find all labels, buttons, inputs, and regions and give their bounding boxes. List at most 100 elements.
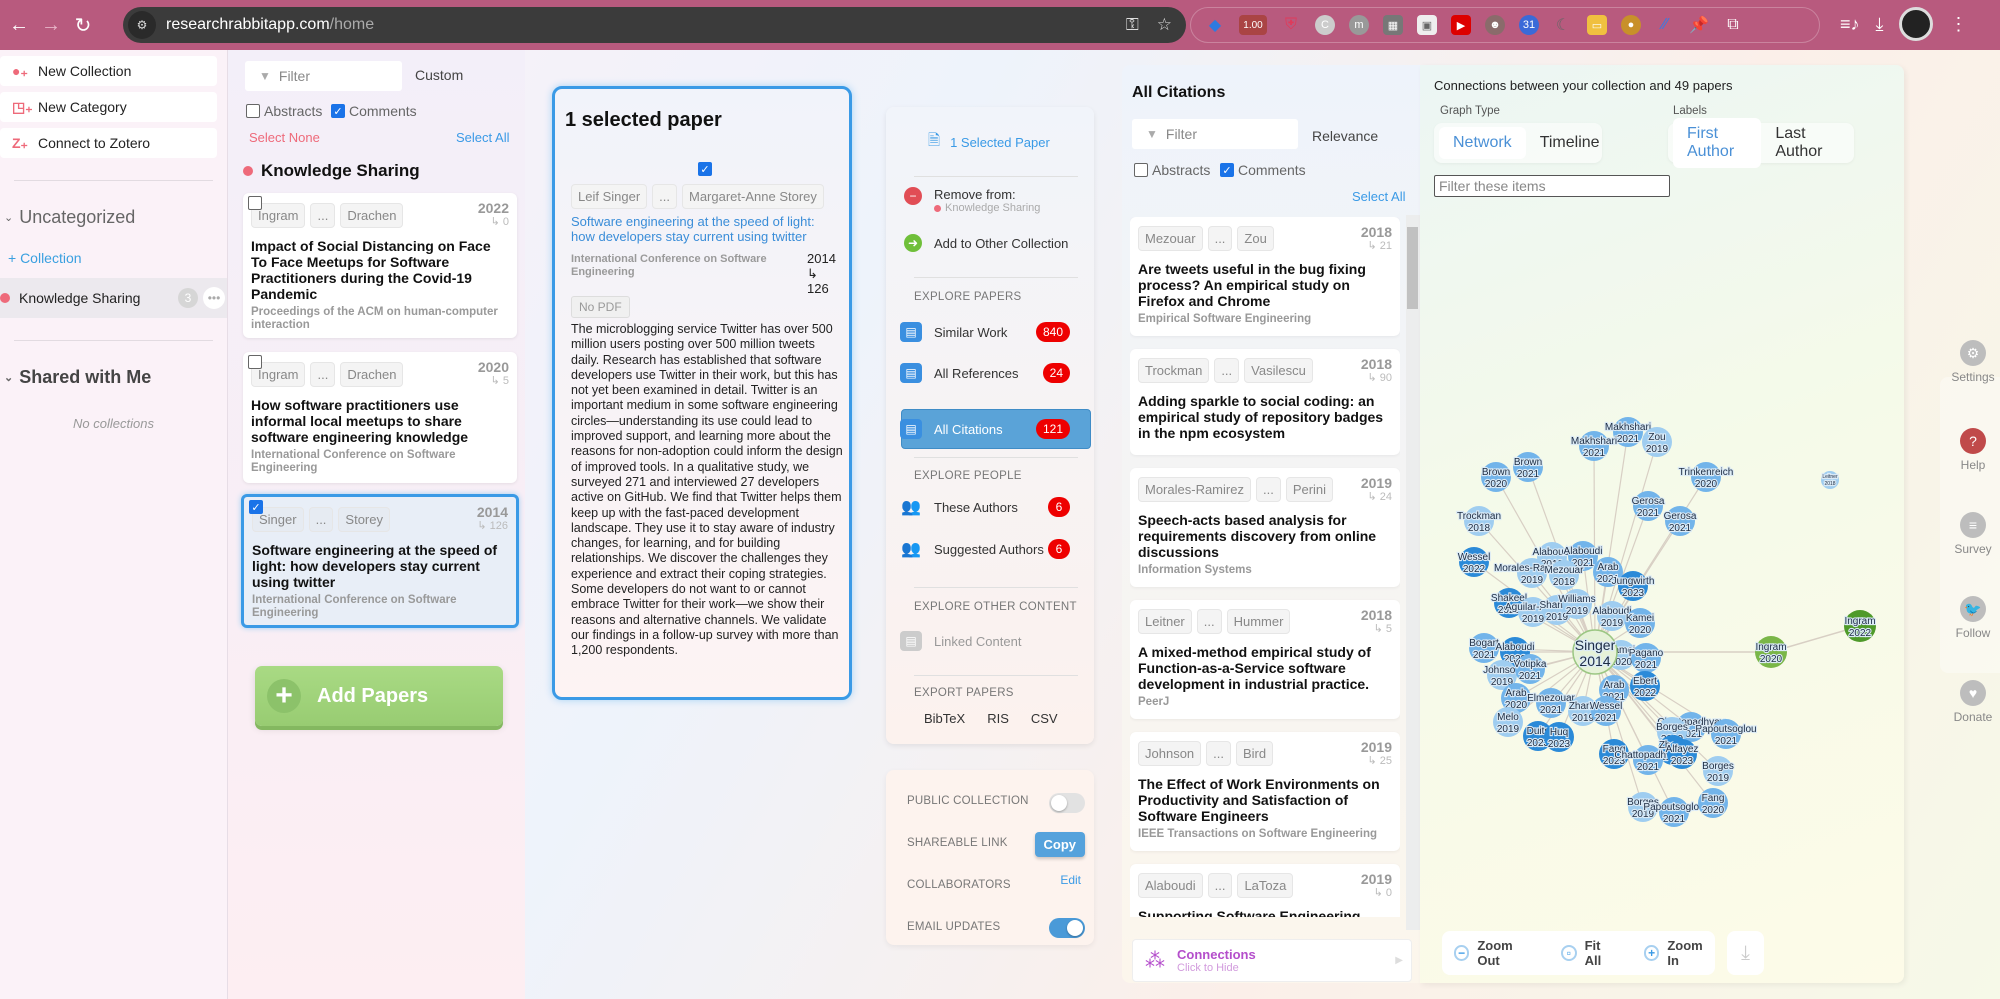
download-icon[interactable]: ⤓ — [1876, 14, 1884, 35]
paper-card[interactable]: Ingram... Drachen 2022 ↳ 0 Impact of Socia… — [243, 193, 517, 338]
more-authors-chip[interactable]: ... — [310, 203, 336, 228]
last-author-chip[interactable]: Bird — [1236, 741, 1274, 766]
more-options-icon[interactable]: ••• — [203, 287, 225, 309]
graph-node[interactable]: Kamei2020 — [1625, 608, 1655, 638]
graph-node[interactable]: Fang2020 — [1698, 788, 1728, 818]
add-collection-link[interactable]: + Collection — [8, 250, 227, 266]
citations-sort-dropdown[interactable]: Relevance — [1312, 128, 1378, 144]
citation-card[interactable]: Leitner... Hummer 2018 ↳ 5 A mixed-method … — [1130, 600, 1400, 719]
all-citations-row[interactable]: ▤ All Citations 121 — [900, 419, 1080, 439]
graph-node[interactable]: Gerosa2021 — [1631, 491, 1666, 521]
citations-filter-input[interactable]: ▼ Filter — [1132, 119, 1298, 149]
citations-scrollbar[interactable] — [1406, 215, 1420, 930]
forward-button[interactable]: → — [38, 12, 64, 38]
checkbox-box[interactable]: ✓ — [1220, 163, 1234, 177]
graph-node[interactable]: Leitner2018 — [1821, 471, 1839, 489]
password-key-icon[interactable]: ⚿ — [1126, 15, 1139, 35]
uncategorized-header[interactable]: ⌄ Uncategorized — [4, 207, 227, 228]
extensions-icon[interactable]: ⧉ — [1723, 15, 1743, 35]
more-authors-chip[interactable]: ... — [310, 362, 336, 387]
scrollbar-thumb[interactable] — [1407, 227, 1418, 309]
gorilla-icon[interactable]: ☻ — [1485, 15, 1505, 35]
citation-card[interactable]: Johnson... Bird 2019 ↳ 25 The Effect of Wo… — [1130, 732, 1400, 851]
last-author-chip[interactable]: Margaret-Anne Storey — [682, 184, 824, 209]
citation-card[interactable]: Trockman... Vasilescu 2018 ↳ 90 Adding spa… — [1130, 349, 1400, 455]
download-graph-button[interactable]: ⤓ — [1727, 931, 1764, 975]
first-author-chip[interactable]: Trockman — [1138, 358, 1210, 383]
more-authors-chip[interactable]: ... — [652, 184, 677, 209]
media-icon[interactable]: ≡♪ — [1840, 14, 1860, 35]
collection-graph-node[interactable]: Ingram2022 — [1843, 610, 1877, 642]
graph-node[interactable]: Pagano2021 — [1628, 643, 1665, 673]
zoom-badge-icon[interactable]: 1.00 — [1239, 15, 1267, 35]
graph-node[interactable]: Melo2019 — [1493, 707, 1523, 737]
more-authors-chip[interactable]: ... — [308, 507, 334, 532]
gem-icon[interactable]: ◆ — [1205, 15, 1225, 35]
profile-avatar[interactable] — [1899, 7, 1934, 41]
donate-button[interactable]: ♥ Donate — [1948, 680, 1998, 724]
similar-work-button[interactable]: ▤ Similar Work 840 — [900, 322, 1080, 342]
add-papers-button[interactable]: + Add Papers — [255, 666, 503, 726]
graph-node[interactable]: Gerosa2021 — [1663, 506, 1698, 536]
citation-card[interactable]: Mezouar... Zou 2018 ↳ 21 Are tweets useful… — [1130, 217, 1400, 336]
first-author-chip[interactable]: Leif Singer — [571, 184, 648, 209]
more-authors-chip[interactable]: ... — [1207, 873, 1233, 898]
collection-item-knowledge-sharing[interactable]: Knowledge Sharing 3 ••• — [0, 278, 227, 318]
collection-graph-node[interactable]: Ingram2020 — [1754, 636, 1788, 668]
these-authors-button[interactable]: 👥 These Authors 6 — [900, 497, 1080, 517]
graph-node[interactable]: Votipka2021 — [1512, 654, 1548, 684]
folder-icon[interactable]: ▭ — [1587, 15, 1607, 35]
collection-filter-input[interactable]: ▼ Filter — [245, 61, 402, 91]
window-icon[interactable]: ▣ — [1417, 15, 1437, 35]
first-author-chip[interactable]: Morales-Ramirez — [1138, 477, 1251, 502]
citations-abstracts-checkbox[interactable]: Abstracts — [1134, 162, 1210, 178]
paper-card-selected[interactable]: ✓ Singer... Storey 2014 ↳ 126 Software eng… — [241, 494, 519, 628]
graph-node[interactable]: Ebert2022 — [1630, 671, 1660, 701]
shield-icon[interactable]: ⛨ — [1281, 15, 1301, 35]
graph-node[interactable]: Zou2019 — [1642, 427, 1672, 457]
citations-comments-checkbox[interactable]: ✓ Comments — [1220, 162, 1306, 178]
puzzle-icon[interactable]: ▦ — [1383, 15, 1403, 35]
zoom-out-button[interactable]: − Zoom Out — [1454, 938, 1535, 968]
more-authors-chip[interactable]: ... — [1214, 358, 1240, 383]
pin-icon[interactable]: 📌 — [1689, 15, 1709, 35]
calendar-31-icon[interactable]: 31 — [1519, 15, 1539, 35]
first-author-chip[interactable]: Alaboudi — [1138, 873, 1203, 898]
graph-node[interactable]: Wessel2022 — [1457, 547, 1491, 577]
graph-node[interactable]: Wessel2021 — [1589, 696, 1623, 726]
select-all-link[interactable]: Select All — [456, 130, 509, 145]
graph-node[interactable]: Brown2021 — [1513, 452, 1543, 482]
last-author-chip[interactable]: Storey — [338, 507, 390, 532]
new-collection-button[interactable]: ●₊ New Collection — [0, 56, 217, 86]
paper-card[interactable]: Ingram... Drachen 2020 ↳ 5 How software pr… — [243, 352, 517, 483]
moon-icon[interactable]: ☾ — [1553, 15, 1573, 35]
reload-button[interactable]: ↻ — [70, 12, 96, 38]
settings-button[interactable]: ⚙ Settings — [1948, 340, 1998, 384]
add-to-other-collection-button[interactable]: ➜ Add to Other Collection — [900, 234, 1080, 252]
more-authors-chip[interactable]: ... — [1207, 226, 1233, 251]
graph-node[interactable]: Makhshari2021 — [1570, 431, 1618, 461]
sort-dropdown[interactable]: Custom — [415, 67, 463, 83]
linked-content-button[interactable]: ▤ Linked Content — [900, 631, 1080, 651]
remove-from-collection-button[interactable]: − Remove from: Knowledge Sharing — [900, 187, 1080, 214]
suggested-authors-button[interactable]: 👥 Suggested Authors 6 — [900, 539, 1080, 559]
citations-select-all-link[interactable]: Select All — [1352, 189, 1405, 204]
fit-all-button[interactable]: ▫ Fit All — [1561, 938, 1618, 968]
first-author-chip[interactable]: Leitner — [1138, 609, 1192, 634]
new-category-button[interactable]: ◳₊ New Category — [0, 92, 217, 122]
more-authors-chip[interactable]: ... — [1255, 477, 1281, 502]
connections-toggle-bar[interactable]: ⁂ Connections Click to Hide ▶ — [1132, 939, 1412, 982]
all-references-button[interactable]: ▤ All References 24 — [900, 363, 1080, 383]
graph-node[interactable]: Jungwirth2023 — [1610, 571, 1656, 601]
connect-zotero-button[interactable]: Z₊ Connect to Zotero — [0, 128, 217, 158]
more-authors-chip[interactable]: ... — [1196, 609, 1222, 634]
graph-node[interactable]: Trockman2018 — [1456, 506, 1502, 536]
graph-node[interactable]: Trinkenreich2020 — [1678, 462, 1734, 492]
last-author-chip[interactable]: Drachen — [340, 362, 404, 387]
graph-node[interactable]: Brown2020 — [1481, 462, 1511, 492]
abstracts-checkbox-box[interactable] — [246, 104, 260, 118]
last-author-chip[interactable]: Drachen — [340, 203, 404, 228]
video-icon[interactable]: ▶ — [1451, 15, 1471, 35]
comments-checkbox-box[interactable]: ✓ — [331, 104, 345, 118]
edit-collaborators-link[interactable]: Edit — [1060, 873, 1081, 887]
